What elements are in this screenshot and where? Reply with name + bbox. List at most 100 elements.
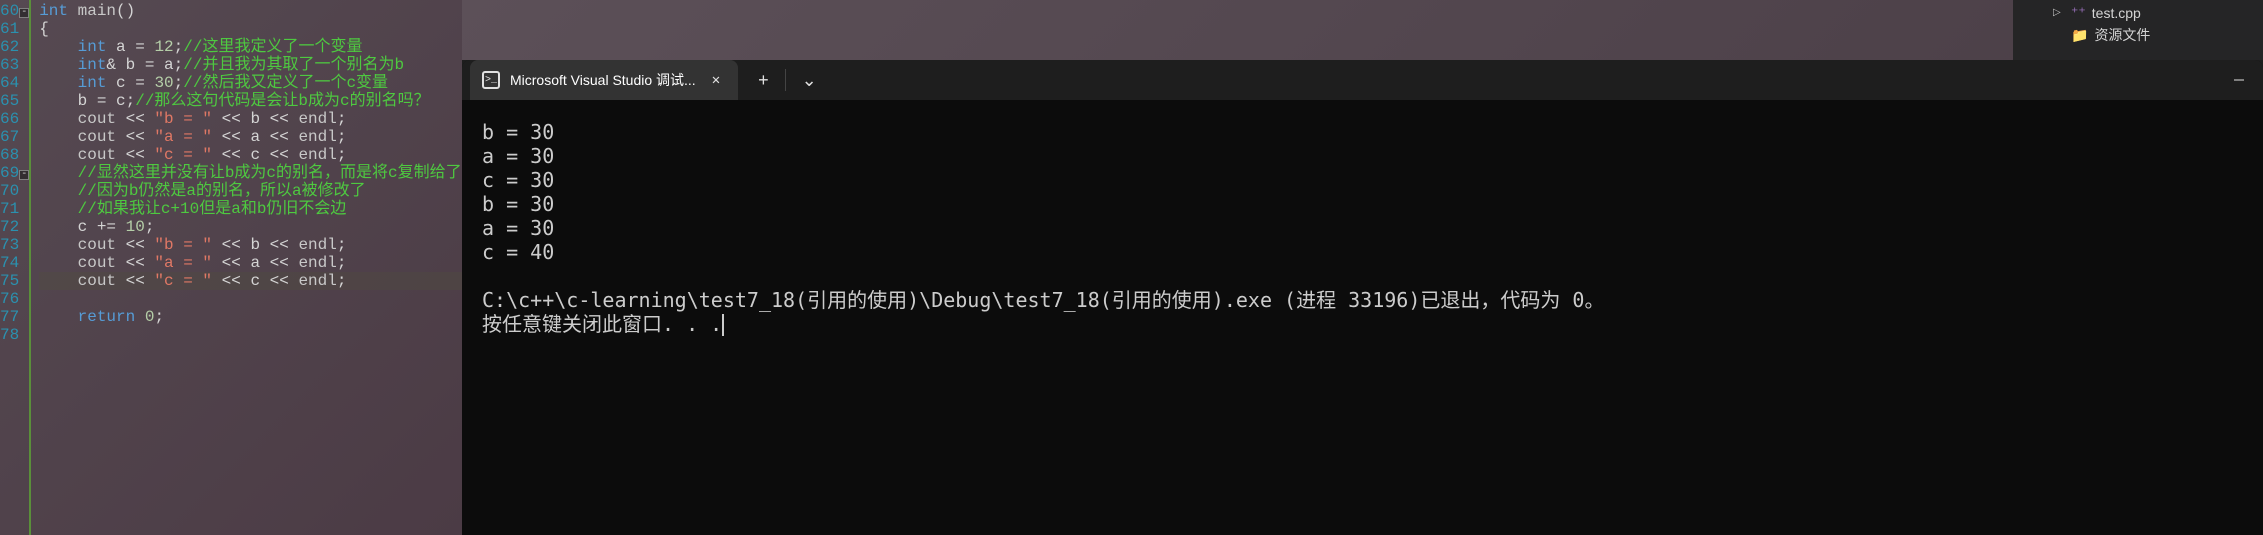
window-controls [2215,60,2263,100]
terminal-output[interactable]: b = 30a = 30c = 30b = 30a = 30c = 40 C:\… [462,100,2263,356]
code-line[interactable]: { [39,20,471,38]
token-cmt: //并且我为其取了一个别名为b [183,56,404,74]
token-str: "a = " [154,128,212,146]
line-number: 61 [0,20,19,38]
fold-cell [19,20,29,38]
token-op: << [116,272,154,290]
terminal-line: b = 30 [482,120,2243,144]
tab-dropdown-button[interactable]: ⌄ [790,66,829,95]
code-line[interactable]: cout << "b = " << b << endl; [39,236,471,254]
terminal-line: c = 30 [482,168,2243,192]
line-number: 76 [0,290,19,308]
code-line[interactable]: int& b = a;//并且我为其取了一个别名为b [39,56,471,74]
code-line[interactable]: b = c;//那么这句代码是会让b成为c的别名吗？ [39,92,471,110]
fold-cell [19,200,29,218]
line-number: 68 [0,146,19,164]
code-line[interactable]: int c = 30;//然后我又定义了一个c变量 [39,74,471,92]
minimize-button[interactable] [2215,60,2263,100]
terminal-icon: >_ [482,71,500,89]
code-line[interactable] [39,290,471,308]
token-op: & b = a; [106,56,183,74]
token-op: () [116,2,135,20]
terminal-line: a = 30 [482,216,2243,240]
solution-item-label: test.cpp [2092,5,2141,21]
fold-cell [19,182,29,200]
solution-item[interactable]: 📁资源文件 [2013,23,2263,47]
token-op: << b << [212,110,298,128]
token-op: { [39,20,49,38]
token-cmt: //然后我又定义了一个c变量 [183,74,388,92]
code-editor[interactable]: 60616263646566676869707172737475767778 -… [0,0,462,535]
token-str: "c = " [154,272,212,290]
code-line[interactable]: //因为b仍然是a的别名，所以a被修改了 [39,182,471,200]
token-op: ; [337,254,347,272]
fold-cell [19,254,29,272]
token-op: << [116,110,154,128]
token-op: << b << [212,236,298,254]
code-line[interactable]: return 0; [39,308,471,326]
cpp-file-icon: ⁺⁺ [2071,4,2086,21]
code-line[interactable]: cout << "a = " << a << endl; [39,128,471,146]
token-op: << a << [212,128,298,146]
expand-icon[interactable]: ▷ [2053,7,2065,18]
line-number: 72 [0,218,19,236]
code-line[interactable]: cout << "c = " << c << endl; [39,272,471,290]
fold-toggle[interactable]: - [19,8,29,18]
terminal-line: a = 30 [482,144,2243,168]
token-id: endl [298,254,336,272]
token-op [135,308,145,326]
line-number: 66 [0,110,19,128]
token-num: 10 [126,218,145,236]
terminal-line: c = 40 [482,240,2243,264]
fold-toggle[interactable]: - [19,170,29,180]
code-line[interactable]: cout << "a = " << a << endl; [39,254,471,272]
token-kw: int [39,2,68,20]
solution-item[interactable]: ▷ ⁺⁺ test.cpp [2013,2,2263,23]
solution-explorer[interactable]: ▷ ⁺⁺ test.cpp 📁资源文件 [2013,0,2263,60]
terminal-titlebar: >_ Microsoft Visual Studio 调试... ✕ + ⌄ [462,60,2263,100]
terminal-line: b = 30 [482,192,2243,216]
code-line[interactable] [39,326,471,344]
code-line[interactable]: //如果我让c+10但是a和b仍旧不会边 [39,200,471,218]
close-tab-button[interactable]: ✕ [706,70,726,91]
token-op: ; [337,236,347,254]
token-op: c += [78,218,126,236]
token-op [68,2,78,20]
fold-cell [19,146,29,164]
token-op: a = [106,38,154,56]
code-line[interactable]: cout << "c = " << c << endl; [39,146,471,164]
token-op: ; [337,128,347,146]
code-content[interactable]: int main(){ int a = 12;//这里我定义了一个变量 int&… [31,0,471,535]
token-op: << a << [212,254,298,272]
terminal-line: 按任意键关闭此窗口. . . [482,312,2243,336]
token-id: endl [298,146,336,164]
line-number: 77 [0,308,19,326]
token-op: ; [337,146,347,164]
code-line[interactable]: int a = 12;//这里我定义了一个变量 [39,38,471,56]
fold-cell [19,110,29,128]
fold-cell [19,326,29,344]
token-id: endl [298,236,336,254]
fold-gutter[interactable]: -- [19,0,31,535]
code-line[interactable]: int main() [39,2,471,20]
terminal-line: C:\c++\c-learning\test7_18(引用的使用)\Debug\… [482,288,2243,312]
terminal-tab[interactable]: >_ Microsoft Visual Studio 调试... ✕ [470,60,738,100]
code-line[interactable]: c += 10; [39,218,471,236]
code-line[interactable]: cout << "b = " << b << endl; [39,110,471,128]
token-cmt: //如果我让c+10但是a和b仍旧不会边 [78,200,347,218]
fold-cell [19,308,29,326]
code-line[interactable]: //显然这里并没有让b成为c的别名，而是将c复制给了a [39,164,471,182]
new-tab-button[interactable]: + [746,66,781,95]
terminal-cursor [722,314,724,336]
fold-cell [19,56,29,74]
fold-cell [19,92,29,110]
token-str: "b = " [154,236,212,254]
line-number: 74 [0,254,19,272]
token-id: endl [298,272,336,290]
line-number-gutter: 60616263646566676869707172737475767778 [0,0,19,535]
divider [785,69,786,91]
terminal-window: >_ Microsoft Visual Studio 调试... ✕ + ⌄ b… [462,60,2263,535]
token-kw: return [78,308,136,326]
editor-background-strip [462,0,2013,60]
token-id: endl [298,128,336,146]
